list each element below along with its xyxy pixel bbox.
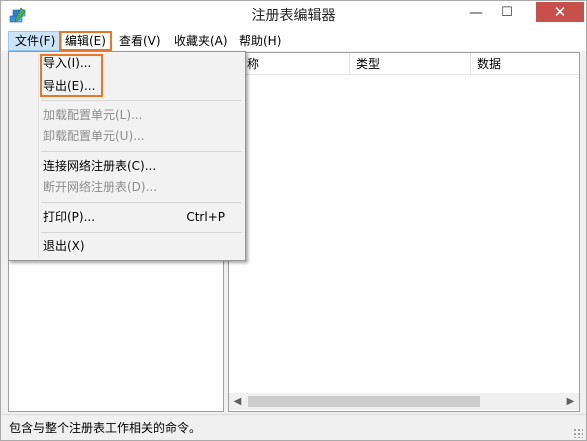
scroll-left-arrow-icon[interactable]: ◀ (229, 393, 246, 410)
column-header-data[interactable]: 数据 (471, 53, 579, 75)
status-bar: 包含与整个注册表工作相关的命令。 (1, 414, 586, 440)
column-header-type[interactable]: 类型 (350, 53, 471, 75)
scroll-right-arrow-icon[interactable]: ▶ (562, 393, 579, 410)
title-bar[interactable]: 注册表编辑器 — ☐ ✕ (1, 1, 586, 31)
menu-item-disconnect-network-registry: 断开网络注册表(D)... (43, 180, 158, 194)
column-header-name[interactable]: 名称 (229, 53, 350, 75)
menu-file[interactable]: 文件(F) (8, 31, 63, 51)
registry-values-pane[interactable]: 名称 类型 数据 ◀ ▶ (228, 52, 580, 412)
menu-edit[interactable]: 编辑(E) (59, 31, 112, 51)
print-shortcut: Ctrl+P (186, 210, 225, 224)
menu-item-export[interactable]: 导出(E)... (39, 75, 239, 97)
menu-bar: 文件(F) 编辑(E) 查看(V) 收藏夹(A) 帮助(H) (1, 31, 586, 51)
menu-view[interactable]: 查看(V) (113, 31, 167, 51)
menu-help[interactable]: 帮助(H) (233, 31, 287, 51)
minimize-button[interactable]: — (460, 2, 492, 24)
menu-item-import[interactable]: 导入(I)... (39, 52, 239, 74)
menu-item-exit[interactable]: 退出(X) (39, 235, 239, 257)
horizontal-scrollbar[interactable]: ◀ ▶ (229, 393, 579, 410)
registry-editor-window: 注册表编辑器 — ☐ ✕ 文件(F) 编辑(E) 查看(V) 收藏夹(A) 帮助… (0, 0, 587, 441)
status-text: 包含与整个注册表工作相关的命令。 (9, 421, 202, 435)
menu-separator (41, 100, 241, 101)
menu-separator (41, 202, 241, 203)
close-button[interactable]: ✕ (536, 2, 584, 22)
menu-item-connect-network-registry[interactable]: 连接网络注册表(C)... (39, 155, 239, 177)
scrollbar-thumb[interactable] (248, 396, 480, 407)
menu-item-load-hive: 加载配置单元(L)... (43, 108, 143, 122)
maximize-button[interactable]: ☐ (491, 2, 523, 24)
menu-item-unload-hive: 卸载配置单元(U)... (43, 129, 145, 143)
menu-item-print[interactable]: 打印(P)... Ctrl+P (39, 206, 239, 228)
menu-separator (41, 232, 241, 233)
menu-separator (41, 151, 241, 152)
menu-favorites[interactable]: 收藏夹(A) (168, 31, 234, 51)
menu-item-print-label: 打印(P)... (43, 210, 96, 224)
file-menu-dropdown: 导入(I)... 导出(E)... 加载配置单元(L)... 卸载配置单元(U)… (8, 51, 246, 261)
resize-grip-icon[interactable] (573, 428, 583, 438)
